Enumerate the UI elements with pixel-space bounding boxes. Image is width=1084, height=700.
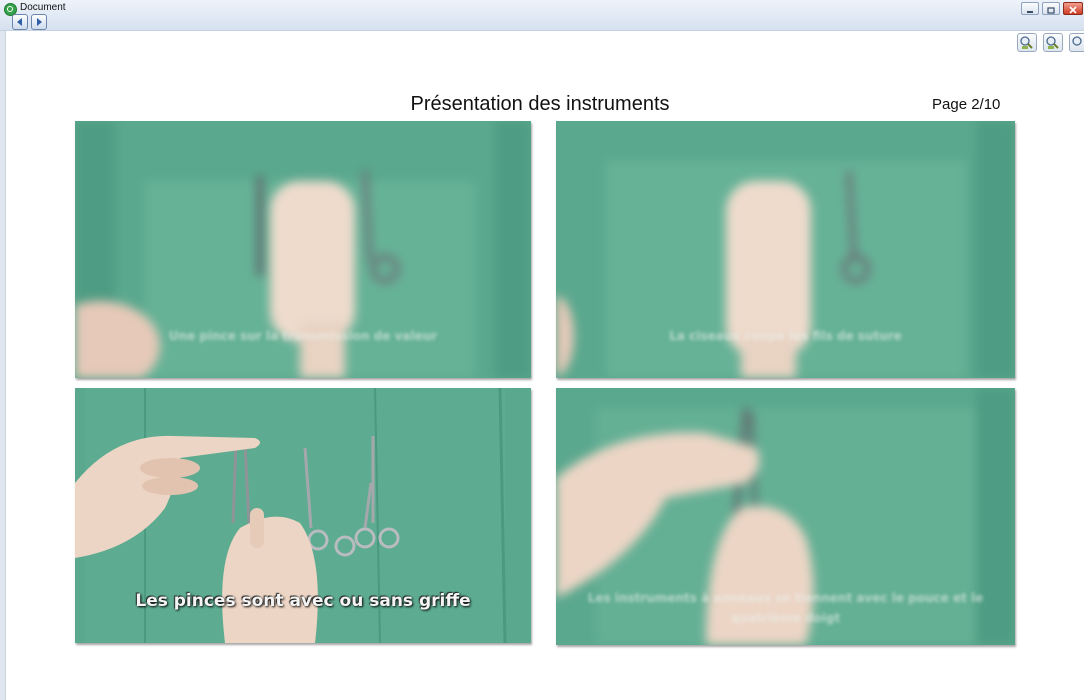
zoom-in-icon xyxy=(1020,36,1033,49)
close-button[interactable] xyxy=(1063,2,1083,15)
back-arrow-icon xyxy=(17,18,22,26)
forward-button[interactable] xyxy=(31,14,47,30)
page-number: Page 2/10 xyxy=(932,96,1001,113)
window-title: Document xyxy=(20,2,66,13)
close-icon xyxy=(1069,6,1077,14)
zoom-out-button[interactable] xyxy=(1043,33,1063,52)
frame-1-caption: Une pince sur la transmission de valeur xyxy=(168,329,438,343)
zoom-out-icon xyxy=(1046,36,1059,49)
left-border xyxy=(0,31,6,700)
frame-4-caption: Les instruments à anneaux se tiennent av… xyxy=(587,591,984,625)
video-frame-3: Les pinces sont avec ou sans griffe xyxy=(75,388,531,643)
zoom-fit-button[interactable] xyxy=(1069,33,1084,52)
zoom-fit-icon xyxy=(1072,36,1082,46)
video-frame-4: Les instruments à anneaux se tiennent av… xyxy=(556,388,1015,645)
page-title: Présentation des instruments xyxy=(410,93,670,115)
video-frame-2: La ciseaux coupe les fils de suture xyxy=(556,121,1015,378)
maximize-button[interactable] xyxy=(1042,2,1060,15)
forward-arrow-icon xyxy=(37,18,42,26)
video-frame-1: Une pince sur la transmission de valeur xyxy=(75,121,531,378)
minimize-button[interactable] xyxy=(1021,2,1039,15)
frame-2-caption: La ciseaux coupe les fils de suture xyxy=(669,329,902,343)
minimize-icon xyxy=(1027,11,1033,13)
maximize-icon xyxy=(1047,7,1055,14)
zoom-in-button[interactable] xyxy=(1017,33,1037,52)
title-bar: Document xyxy=(0,0,1084,31)
frame-3-caption: Les pinces sont avec ou sans griffe xyxy=(135,591,471,611)
back-button[interactable] xyxy=(12,14,28,30)
